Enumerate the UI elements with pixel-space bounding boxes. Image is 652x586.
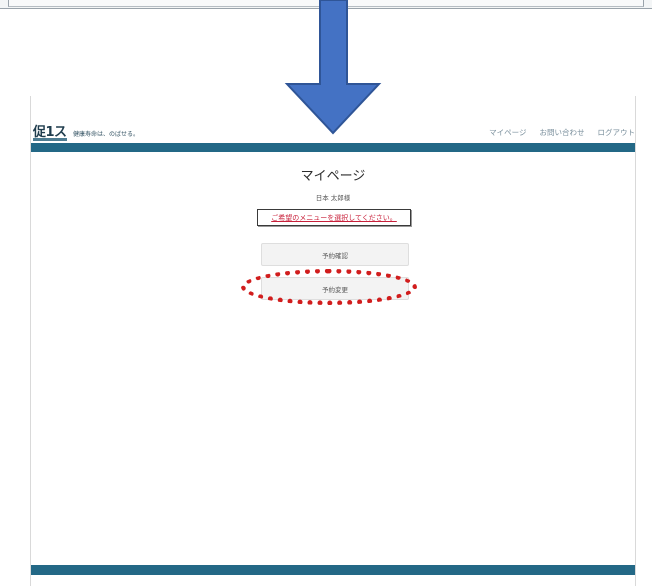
site-logo[interactable]: 促1ス	[33, 126, 68, 141]
footer-bar	[31, 565, 635, 575]
nav-logout-link[interactable]: ログアウト	[598, 127, 636, 138]
browser-page: 促1ス 健康寿命は、のばせる。 マイページ お問い合わせ ログアウト マイページ…	[30, 96, 636, 586]
site-tagline: 健康寿命は、のばせる。	[73, 131, 140, 138]
site-header: 促1ス 健康寿命は、のばせる。 マイページ お問い合わせ ログアウト	[31, 96, 635, 142]
logo-underline	[33, 138, 67, 141]
nav-contact-link[interactable]: お問い合わせ	[540, 127, 585, 138]
previous-screen-strip	[0, 0, 652, 9]
header-nav: マイページ お問い合わせ ログアウト	[489, 127, 635, 138]
header-bar	[31, 143, 635, 152]
reservation-confirm-button[interactable]: 予約確認	[261, 243, 409, 266]
reservation-change-button[interactable]: 予約変更	[261, 277, 409, 300]
page-title: マイページ	[300, 169, 366, 184]
user-name: 日本 太郎様	[315, 194, 351, 202]
menu-prompt-link[interactable]: ご希望のメニューを選択してください。	[257, 209, 411, 226]
nav-mypage-link[interactable]: マイページ	[489, 127, 526, 138]
